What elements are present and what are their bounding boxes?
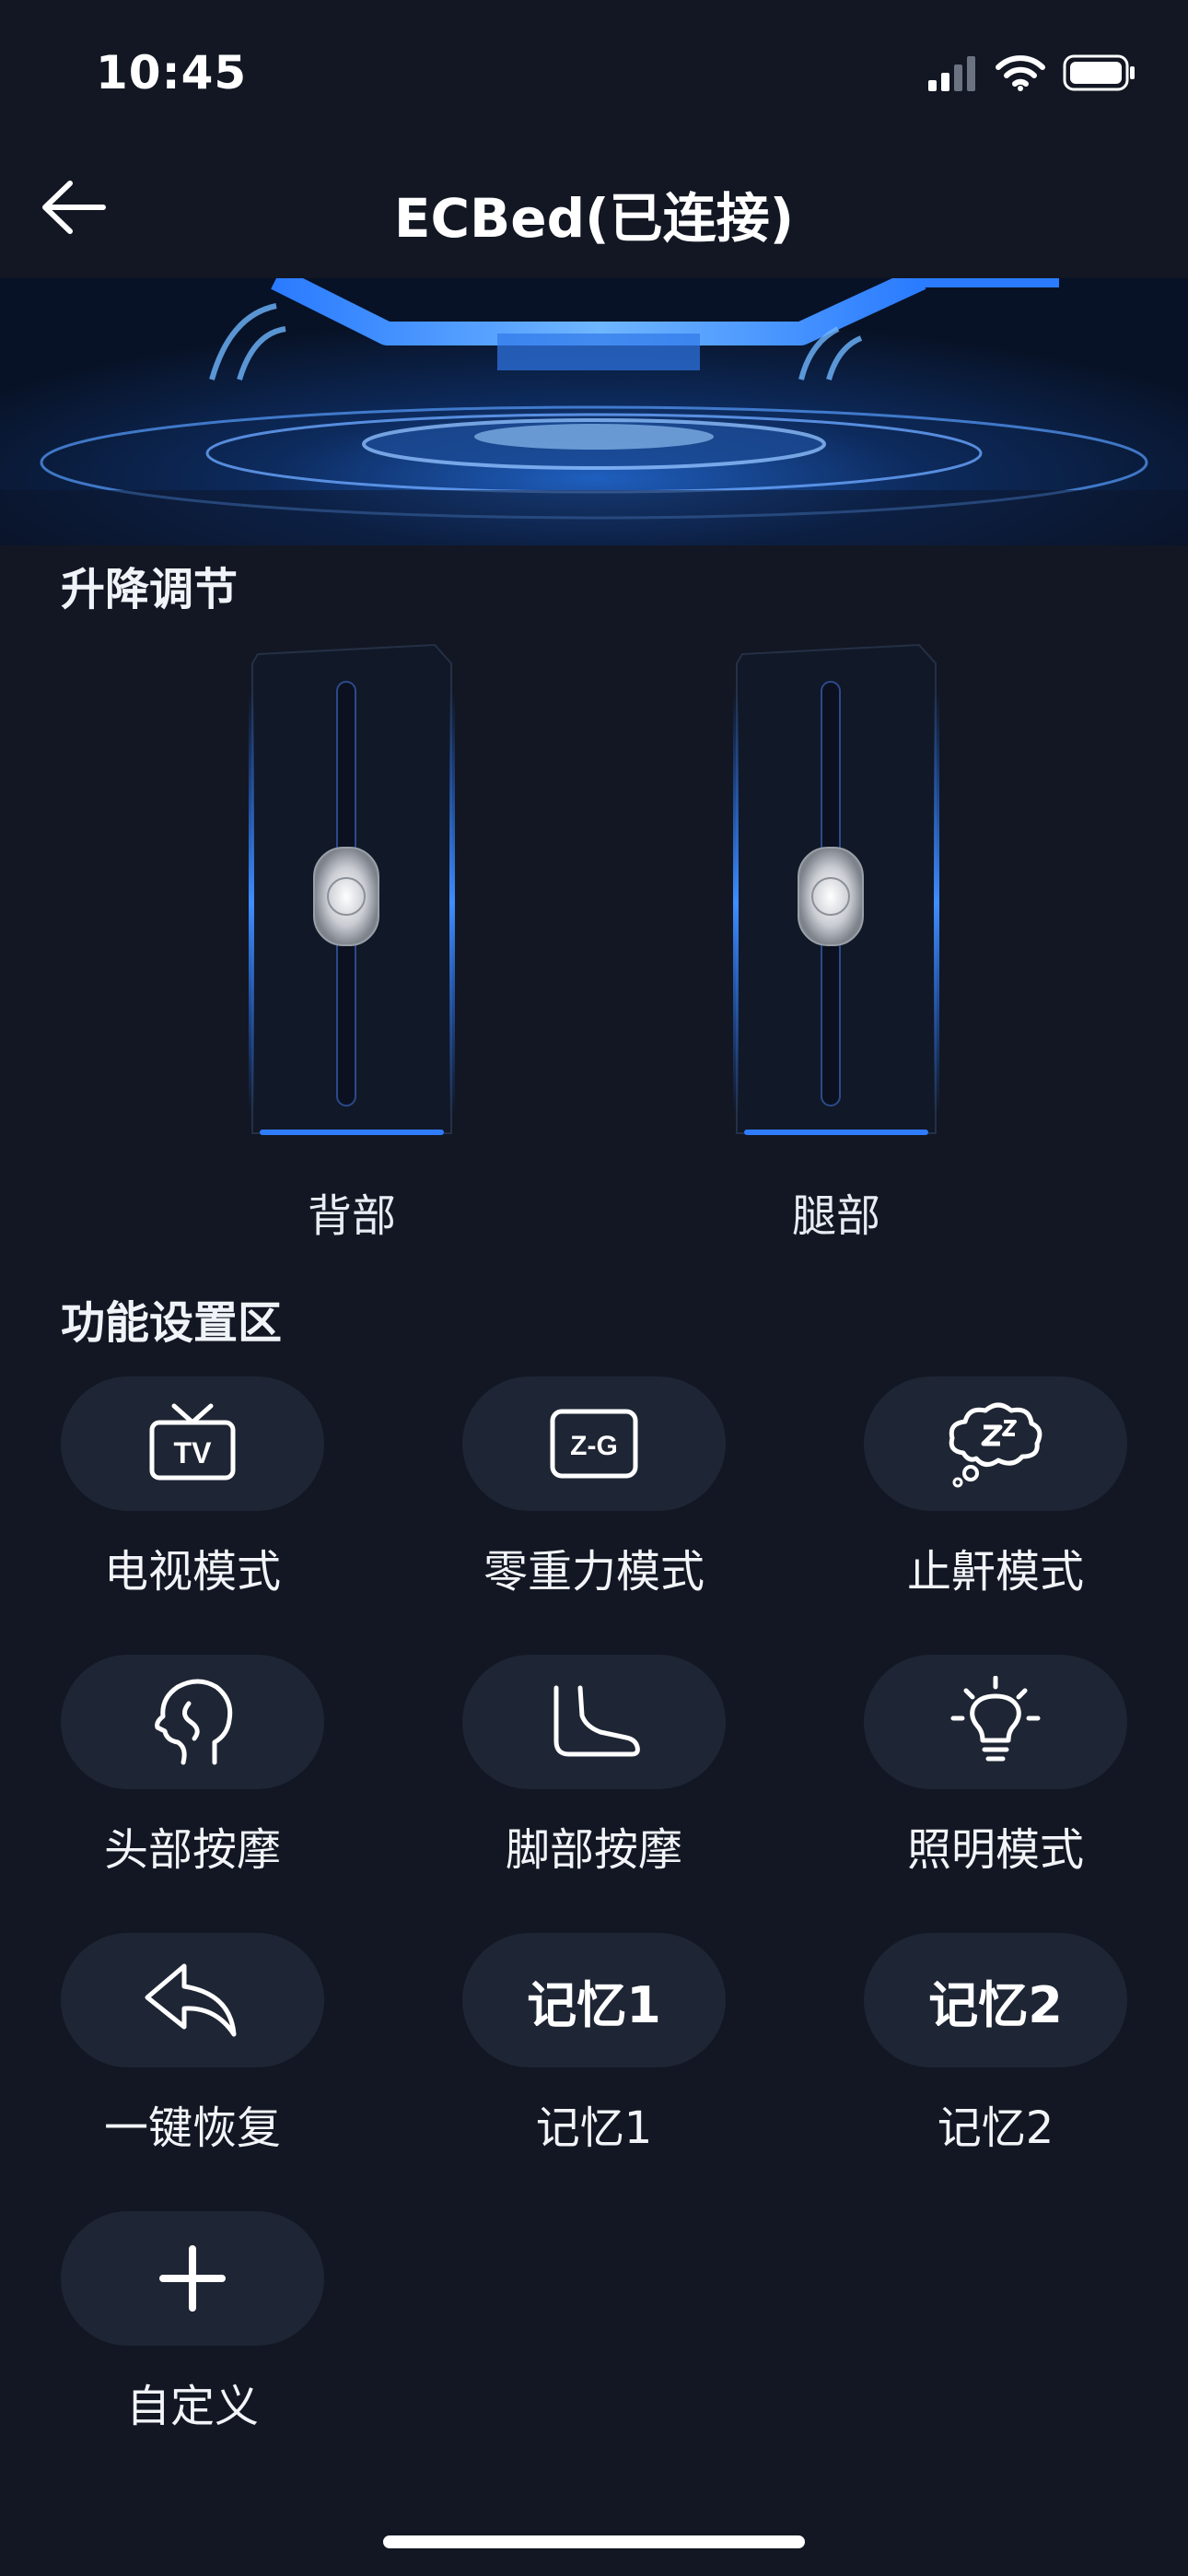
battery-icon xyxy=(1063,54,1135,91)
memory-2-icon: 记忆2 xyxy=(928,1975,1063,2034)
wifi-icon xyxy=(996,55,1045,91)
one-key-reset-label: 一键恢复 xyxy=(103,2102,281,2154)
memory-1-label: 记忆1 xyxy=(535,2102,653,2154)
zero-gravity-button[interactable]: Z-G 零重力模式 xyxy=(460,1376,728,1599)
anti-snore-label: 止鼾模式 xyxy=(906,1546,1084,1598)
leg-slider-knob[interactable] xyxy=(798,847,864,946)
anti-snore-icon xyxy=(949,1402,1042,1488)
tv-icon: TV xyxy=(149,1403,236,1481)
nav-bar: ECBed(已连接) xyxy=(0,147,1188,267)
back-slider-knob[interactable] xyxy=(313,847,379,946)
banner-graphic xyxy=(0,278,1188,545)
back-lift-slider[interactable] xyxy=(241,636,462,1152)
zero-gravity-icon: Z-G xyxy=(550,1409,638,1479)
foot-massage-icon xyxy=(553,1685,640,1757)
lightbulb-icon xyxy=(950,1676,1041,1762)
plus-icon xyxy=(159,2245,226,2312)
signal-icon xyxy=(928,56,975,91)
lighting-mode-label: 照明模式 xyxy=(906,1824,1084,1876)
status-bar: 10:45 xyxy=(0,0,1188,138)
one-key-reset-button[interactable]: 一键恢复 xyxy=(59,1933,326,2156)
head-massage-label: 头部按摩 xyxy=(103,1824,281,1876)
head-massage-icon xyxy=(155,1679,233,1765)
tv-mode-button[interactable]: TV 电视模式 xyxy=(59,1376,326,1599)
head-massage-button[interactable]: 头部按摩 xyxy=(59,1655,326,1878)
svg-text:TV: TV xyxy=(174,1436,213,1469)
back-slider-label: 背部 xyxy=(307,1190,396,1242)
custom-button[interactable]: 自定义 xyxy=(59,2211,326,2434)
lighting-mode-button[interactable]: 照明模式 xyxy=(862,1655,1129,1878)
foot-massage-label: 脚部按摩 xyxy=(505,1824,682,1876)
memory-1-button[interactable]: 记忆1 记忆1 xyxy=(460,1933,728,2156)
foot-massage-button[interactable]: 脚部按摩 xyxy=(460,1655,728,1878)
status-time: 10:45 xyxy=(96,46,248,100)
leg-lift-slider[interactable] xyxy=(726,636,947,1152)
svg-text:Z-G: Z-G xyxy=(570,1431,618,1461)
leg-slider-label: 腿部 xyxy=(791,1190,880,1242)
functions-section-title: 功能设置区 xyxy=(61,1297,283,1349)
anti-snore-button[interactable]: 止鼾模式 xyxy=(862,1376,1129,1599)
custom-label: 自定义 xyxy=(125,2381,259,2432)
memory-1-icon: 记忆1 xyxy=(527,1975,661,2034)
hero-banner xyxy=(0,278,1188,545)
reset-icon xyxy=(145,1963,237,2037)
home-indicator[interactable] xyxy=(383,2535,805,2548)
lift-section-title: 升降调节 xyxy=(61,564,239,615)
memory-2-button[interactable]: 记忆2 记忆2 xyxy=(862,1933,1129,2156)
zero-gravity-label: 零重力模式 xyxy=(483,1546,705,1598)
tv-mode-label: 电视模式 xyxy=(103,1546,281,1598)
page-title: ECBed(已连接) xyxy=(393,187,795,250)
memory-2-label: 记忆2 xyxy=(937,2102,1054,2154)
